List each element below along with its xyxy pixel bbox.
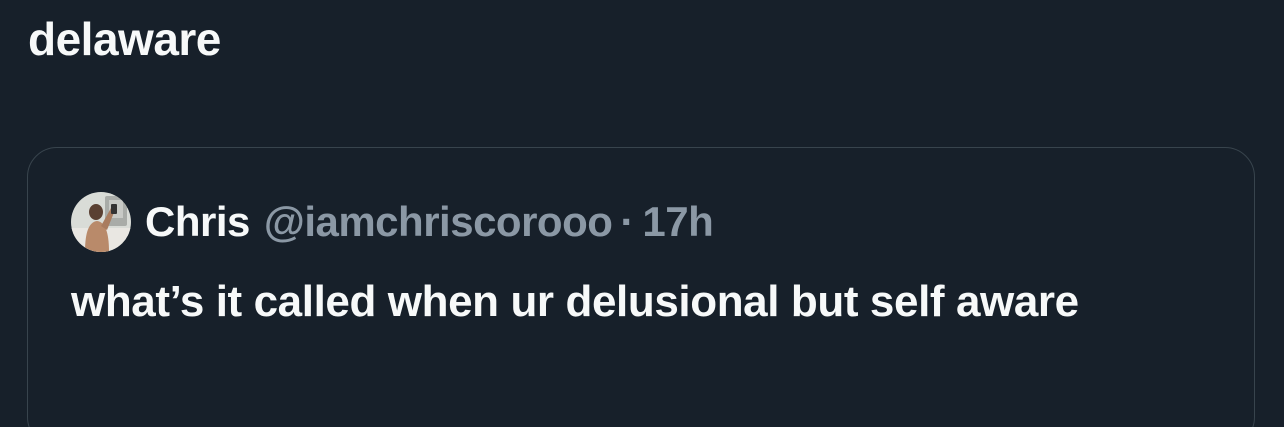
author-name[interactable]: Chris (145, 198, 250, 246)
quoted-tweet-text: what’s it called when ur delusional but … (71, 277, 1079, 326)
quoted-tweet-header: Chris @iamchriscorooo · 17h (71, 190, 714, 254)
separator-dot: · (620, 198, 635, 245)
profile-photo-icon (71, 192, 131, 252)
author-avatar[interactable] (71, 192, 131, 252)
tweet-text: delaware (28, 13, 221, 65)
quoted-tweet-card[interactable]: Chris @iamchriscorooo · 17h what’s it ca… (27, 147, 1255, 427)
timestamp[interactable]: 17h (642, 198, 713, 246)
author-handle[interactable]: @iamchriscorooo (264, 198, 613, 246)
